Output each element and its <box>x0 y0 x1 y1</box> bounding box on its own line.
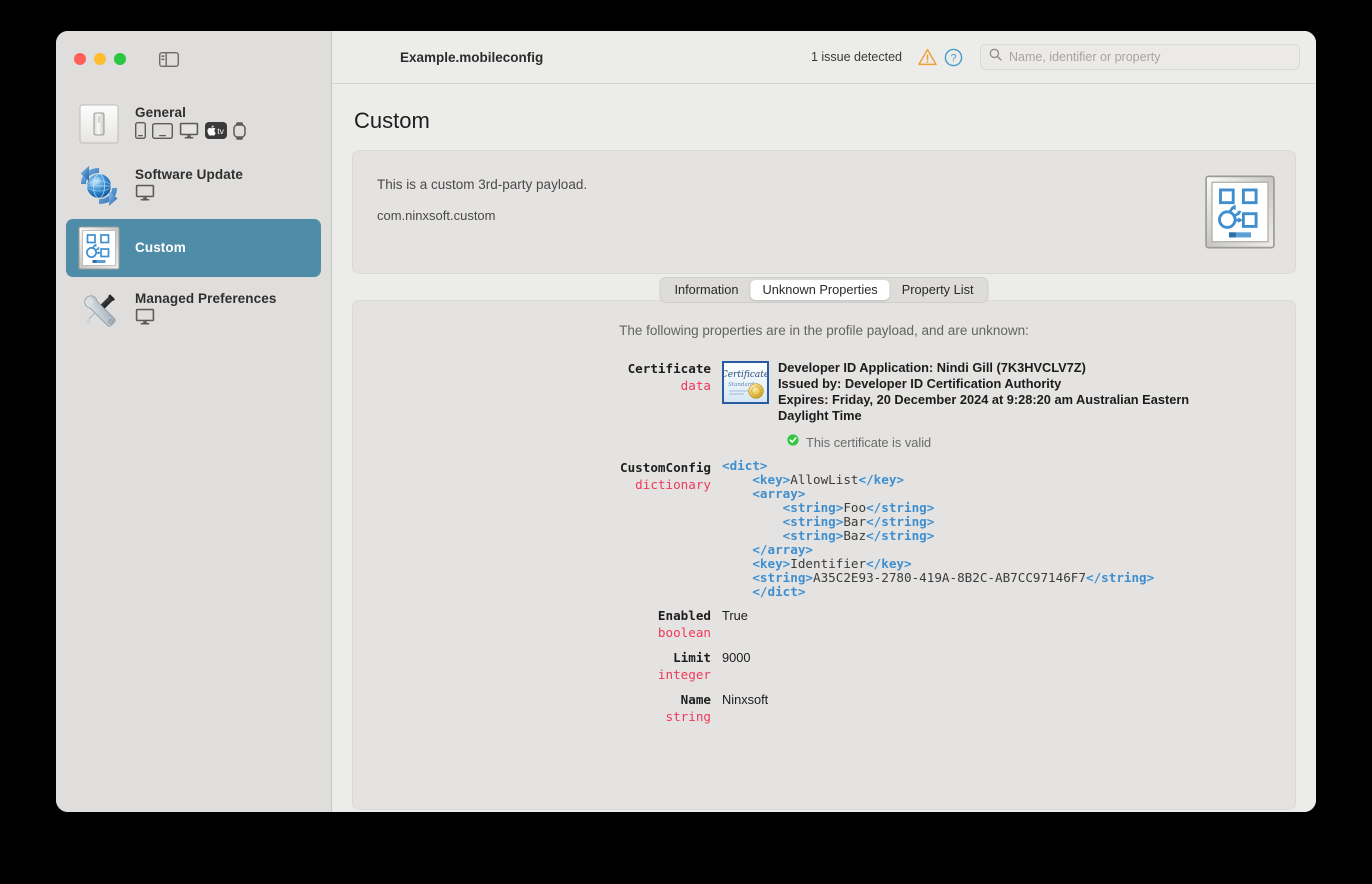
property-key-certificate: Certificate data <box>377 360 722 451</box>
sidebar-toggle-icon[interactable] <box>156 49 182 69</box>
warning-triangle-icon[interactable] <box>914 44 940 70</box>
property-key-customconfig: CustomConfig dictionary <box>377 459 722 599</box>
property-type: integer <box>657 667 711 682</box>
platform-badges-managed-preferences <box>135 308 276 330</box>
property-name: Name <box>680 692 711 707</box>
property-key-enabled: Enabled boolean <box>377 607 722 641</box>
property-key-name: Name string <box>377 691 722 725</box>
managed-preferences-icon <box>74 285 124 335</box>
close-button[interactable] <box>74 53 86 65</box>
sidebar-item-custom-text: Custom <box>135 240 186 256</box>
tab-bar: Information Unknown Properties Property … <box>659 277 989 303</box>
sidebar-item-general[interactable]: General tv <box>66 95 321 153</box>
certificate-expiry: Expires: Friday, 20 December 2024 at 9:2… <box>778 392 1190 423</box>
document-title: Example.mobileconfig <box>400 49 544 65</box>
tab-property-list[interactable]: Property List <box>890 280 986 300</box>
custom-payload-icon <box>1201 173 1279 251</box>
toolbar-right-group: 1 issue detected ? Name, identifier or p… <box>811 44 1300 70</box>
property-row-limit: Limit integer 9000 <box>377 649 1271 683</box>
platform-badges-general: tv <box>134 121 246 145</box>
certificate-validity-label: This certificate is valid <box>806 434 932 450</box>
sidebar-item-managed-preferences[interactable]: Managed Preferences <box>66 281 321 339</box>
mac-icon <box>135 308 155 330</box>
certificate-validity: This certificate is valid <box>787 433 1196 451</box>
certificate-subject: Developer ID Application: Nindi Gill (7K… <box>778 360 1086 375</box>
appletv-icon: tv <box>205 122 227 144</box>
property-name: Enabled <box>657 608 711 623</box>
sidebar-item-label: Managed Preferences <box>135 291 277 306</box>
zoom-button[interactable] <box>114 53 126 65</box>
svg-text:tv: tv <box>217 126 224 136</box>
sidebar-item-label: Software Update <box>135 167 244 182</box>
property-row-name: Name string Ninxsoft <box>377 691 1271 725</box>
property-type: string <box>665 709 712 724</box>
payload-identifier: com.ninxsoft.custom <box>377 208 496 223</box>
property-value-enabled: True <box>722 608 748 623</box>
tab-bar-wrapper: Information Unknown Properties Property … <box>352 274 1296 303</box>
minimize-button[interactable] <box>94 53 106 65</box>
window-controls <box>74 53 126 65</box>
customconfig-xml: <dict> <key>AllowList</key> <array> <str… <box>722 458 1155 599</box>
svg-text:?: ? <box>950 52 956 64</box>
iphone-icon <box>134 121 147 144</box>
screen: General tv Software Update Custom Manage… <box>0 0 1372 884</box>
property-value-name: Ninxsoft <box>722 692 769 707</box>
property-name: CustomConfig <box>620 460 711 475</box>
search-placeholder: Name, identifier or property <box>1009 50 1161 64</box>
toolbar: Example.mobileconfig 1 issue detected ? … <box>332 31 1316 84</box>
unknown-properties-panel: The following properties are in the prof… <box>352 300 1296 810</box>
payload-description: This is a custom 3rd-party payload. <box>377 177 588 192</box>
sidebar-list: General tv Software Update Custom Manage… <box>56 95 331 343</box>
main-area: Example.mobileconfig 1 issue detected ? … <box>332 31 1316 812</box>
tab-information[interactable]: Information <box>662 280 750 300</box>
mac-icon <box>135 184 155 206</box>
property-name: Certificate <box>627 361 711 376</box>
property-key-limit: Limit integer <box>377 649 722 683</box>
app-window: General tv Software Update Custom Manage… <box>56 31 1316 812</box>
property-value-customconfig: <dict> <key>AllowList</key> <array> <str… <box>722 459 1271 599</box>
general-switch-icon <box>74 99 124 149</box>
property-value-limit: 9000 <box>722 650 751 665</box>
property-type: dictionary <box>635 477 711 492</box>
sidebar-item-general-text: General tv <box>134 105 246 145</box>
page-title: Custom <box>354 108 430 133</box>
sidebar-item-software-update-text: Software Update <box>135 167 243 205</box>
content-area: Custom This is a custom 3rd-party payloa… <box>332 84 1316 810</box>
property-type: boolean <box>657 625 711 640</box>
property-name: Limit <box>673 650 711 665</box>
svg-text:Certificate: Certificate <box>724 370 767 380</box>
sidebar-item-label: General <box>135 105 186 120</box>
sidebar-item-managed-preferences-text: Managed Preferences <box>135 291 276 329</box>
sidebar-item-custom[interactable]: Custom <box>66 219 321 277</box>
sidebar: General tv Software Update Custom Manage… <box>56 31 332 812</box>
property-value-certificate: Certificate Standard <box>722 360 1271 451</box>
software-update-icon <box>74 161 124 211</box>
certificate-issuer: Issued by: Developer ID Certification Au… <box>778 376 1062 391</box>
search-icon <box>989 48 1002 66</box>
property-row-certificate: Certificate data ertificate Standard Dev… <box>377 360 1271 451</box>
custom-payload-icon <box>74 223 124 273</box>
certificate-icon: Certificate Standard <box>722 361 769 404</box>
valid-check-icon <box>787 433 799 451</box>
property-row-customconfig: CustomConfig dictionary <dict> <key>Allo… <box>377 459 1271 599</box>
issue-count-label: 1 issue detected <box>810 50 902 64</box>
payload-description-card: This is a custom 3rd-party payload. com.… <box>352 150 1296 274</box>
applewatch-icon <box>233 121 246 145</box>
property-row-enabled: Enabled boolean True <box>377 607 1271 641</box>
help-circle-icon[interactable]: ? <box>940 44 966 70</box>
tab-unknown-properties[interactable]: Unknown Properties <box>750 280 890 300</box>
sidebar-item-software-update[interactable]: Software Update <box>66 157 321 215</box>
sidebar-item-label: Custom <box>135 240 186 255</box>
property-type: data <box>680 378 711 393</box>
unknown-properties-intro: The following properties are in the prof… <box>619 323 1029 338</box>
mac-icon <box>179 122 199 144</box>
certificate-details: Developer ID Application: Nindi Gill (7K… <box>778 360 1196 451</box>
ipad-icon <box>151 122 174 144</box>
platform-badges-software-update <box>135 184 243 206</box>
search-input[interactable]: Name, identifier or property <box>980 44 1300 70</box>
